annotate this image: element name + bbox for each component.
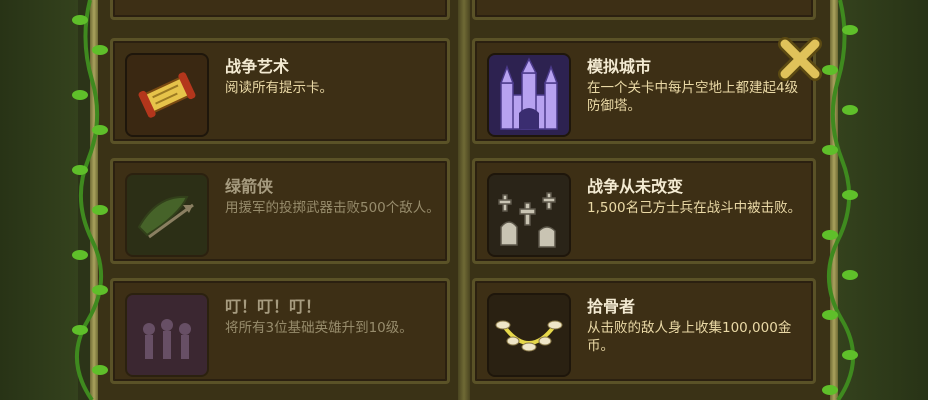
achievement-card-locked[interactable]: 叮！叮！叮！ 将所有3位基础英雄升到10级。: [110, 278, 450, 384]
arrow-icon: [125, 173, 209, 257]
achievement-card[interactable]: 战争从未改变 1,500名己方士兵在战斗中被击败。: [472, 158, 816, 264]
achievement-card-partial[interactable]: [110, 0, 450, 20]
achievement-description: 1,500名己方士兵在战斗中被击败。: [587, 200, 802, 216]
scroll-icon: [125, 53, 209, 137]
achievement-description: 将所有3位基础英雄升到10级。: [225, 320, 413, 336]
achievement-description: 阅读所有提示卡。: [225, 80, 333, 96]
achievement-card[interactable]: 战争艺术 阅读所有提示卡。: [110, 38, 450, 144]
achievement-card-partial[interactable]: [472, 0, 816, 20]
achievement-card[interactable]: 模拟城市 在一个关卡中每片空地上都建起4级防御塔。: [472, 38, 816, 144]
castle-icon: [487, 53, 571, 137]
heroes-icon: [125, 293, 209, 377]
bone-necklace-icon: [487, 293, 571, 377]
achievement-card[interactable]: 拾骨者 从击败的敌人身上收集100,000金币。: [472, 278, 816, 384]
achievement-card-locked[interactable]: 绿箭侠 用援军的投掷武器击败500个敌人。: [110, 158, 450, 264]
close-x-icon: [778, 37, 822, 81]
vine-left-icon: [72, 0, 108, 400]
achievement-title: 拾骨者: [587, 297, 636, 316]
close-button[interactable]: [773, 32, 827, 86]
achievement-title: 叮！叮！叮！: [225, 297, 322, 316]
left-jungle-border: [0, 0, 78, 400]
achievement-description: 从击败的敌人身上收集100,000金币。: [587, 320, 792, 354]
column-divider: [458, 0, 470, 400]
achievement-title: 模拟城市: [587, 57, 652, 76]
achievement-description: 用援军的投掷武器击败500个敌人。: [225, 200, 440, 216]
graveyard-icon: [487, 173, 571, 257]
achievement-title: 战争艺术: [225, 57, 290, 76]
achievement-title: 绿箭侠: [225, 177, 274, 196]
achievement-title: 战争从未改变: [587, 177, 684, 196]
